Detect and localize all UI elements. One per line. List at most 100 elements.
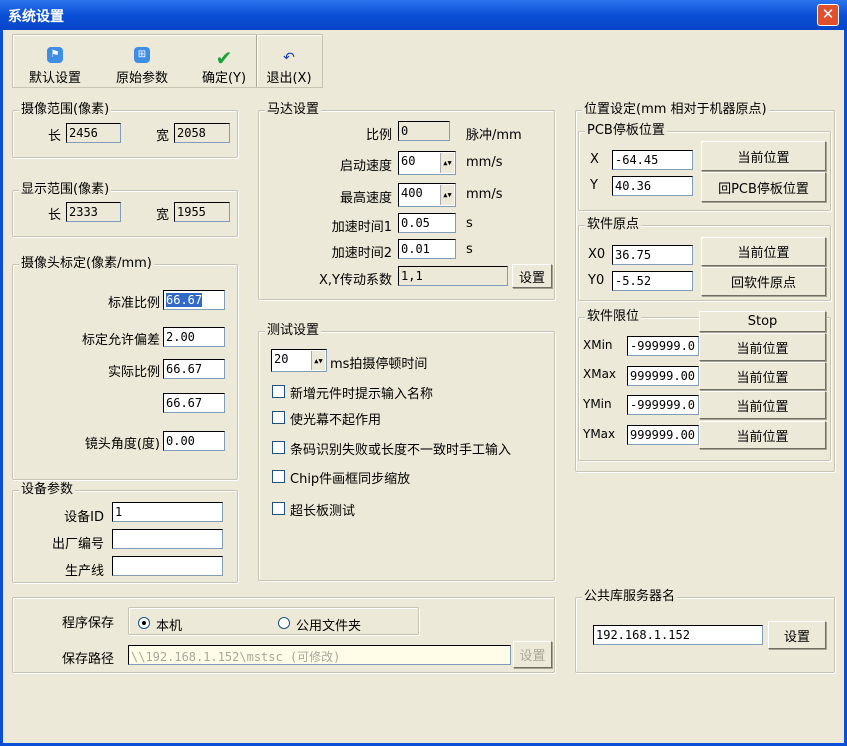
actual-ratio-label: 实际比例 — [107, 365, 160, 380]
xmax-field[interactable]: 999999.00 — [627, 366, 699, 386]
checkbox-label: 使光幕不起作用 — [290, 413, 382, 428]
group-title: 位置设定(mm 相对于机器原点) — [582, 102, 769, 118]
pcb-y-field[interactable]: 40.36 — [612, 176, 693, 196]
start-speed-spinner[interactable]: 60 ▲▼ — [398, 151, 456, 175]
checkbox-label: 条码识别失败或长度不一致时手工输入 — [290, 443, 512, 458]
title-bar: 系统设置 — [0, 0, 847, 30]
group-title: PCB停板位置 — [585, 123, 667, 139]
checkbox[interactable] — [272, 385, 285, 398]
spin-arrows-icon[interactable]: ▲▼ — [311, 351, 325, 370]
y-label: Y — [590, 178, 598, 193]
ymin-label: YMin — [583, 397, 612, 411]
capture-width-field[interactable]: 2058 — [174, 123, 230, 143]
ok-button[interactable]: ✔ 确定(Y) — [192, 38, 256, 86]
window-title: 系统设置 — [8, 9, 64, 25]
xy-set-button[interactable]: 设置 — [512, 264, 552, 288]
x-label: X — [590, 152, 599, 167]
original-params-button[interactable]: ⊞ 原始参数 — [106, 38, 178, 86]
start-speed-value: 60 — [401, 154, 416, 168]
delay-label: ms拍摄停顿时间 — [330, 357, 428, 372]
default-settings-button[interactable]: ⚑ 默认设置 — [20, 38, 90, 86]
radio-shared-folder[interactable] — [278, 617, 290, 629]
server-set-button[interactable]: 设置 — [768, 621, 826, 649]
checkbox[interactable] — [272, 411, 285, 424]
device-id-field[interactable]: 1 — [112, 502, 223, 522]
undo-icon: ↶ — [283, 50, 295, 66]
group-title: 软件限位 — [585, 309, 642, 325]
pcb-current-position-button[interactable]: 当前位置 — [701, 141, 826, 171]
pcb-x-field[interactable]: -64.45 — [612, 150, 693, 170]
max-speed-label: 最高速度 — [339, 191, 392, 206]
origin-current-position-button[interactable]: 当前位置 — [701, 237, 826, 266]
toolbar-separator — [256, 35, 258, 87]
actual-ratio-field-2[interactable]: 66.67 — [163, 393, 225, 413]
production-line-label: 生产线 — [64, 564, 104, 579]
exit-button[interactable]: ↶ 退出(X) — [260, 38, 318, 86]
max-speed-value: 400 — [401, 186, 423, 200]
accel-time1-field[interactable]: 0.05 — [398, 213, 456, 233]
serial-field[interactable] — [112, 529, 223, 549]
ymax-current-position-button[interactable]: 当前位置 — [699, 421, 826, 449]
delay-value: 20 — [274, 352, 289, 366]
display-length-field[interactable]: 2333 — [66, 202, 121, 222]
xy-coefficient-field[interactable]: 1,1 — [398, 266, 508, 286]
save-path-field[interactable]: \\192.168.1.152\mstsc (可修改) — [128, 645, 511, 665]
spin-arrows-icon[interactable]: ▲▼ — [440, 153, 454, 173]
spin-arrows-icon[interactable]: ▲▼ — [440, 185, 454, 205]
checkbox[interactable] — [272, 470, 285, 483]
checkbox-label: Chip件画框同步缩放 — [290, 472, 411, 487]
x0-label: X0 — [588, 247, 606, 262]
checkbox-label: 超长板测试 — [290, 504, 356, 519]
accel-time1-label: 加速时间1 — [331, 220, 392, 235]
tolerance-label: 标定允许偏差 — [81, 333, 160, 348]
delay-spinner[interactable]: 20 ▲▼ — [271, 349, 327, 372]
y0-label: Y0 — [588, 273, 605, 288]
accel-time2-label: 加速时间2 — [331, 246, 392, 261]
radio-local-label: 本机 — [156, 619, 183, 634]
group-title: 马达设置 — [265, 102, 322, 118]
program-save-label: 程序保存 — [62, 616, 115, 631]
ymin-field[interactable]: -999999.0 — [627, 395, 699, 415]
lens-angle-field[interactable]: 0.00 — [163, 431, 225, 451]
group-title: 测试设置 — [265, 323, 322, 339]
xmin-label: XMin — [583, 338, 613, 352]
actual-ratio-field[interactable]: 66.67 — [163, 359, 225, 379]
capture-length-field[interactable]: 2456 — [66, 123, 121, 143]
origin-y-field[interactable]: -5.52 — [612, 271, 693, 291]
close-button[interactable]: ✕ — [817, 4, 839, 26]
server-ip-field[interactable]: 192.168.1.152 — [593, 625, 763, 645]
ymax-field[interactable]: 999999.00 — [627, 425, 699, 445]
group-title: 摄像头标定(像素/mm) — [19, 256, 154, 272]
tolerance-field[interactable]: 2.00 — [163, 327, 225, 347]
xmax-current-position-button[interactable]: 当前位置 — [699, 362, 826, 390]
max-speed-spinner[interactable]: 400 ▲▼ — [398, 183, 456, 207]
xmin-field[interactable]: -999999.0 — [627, 336, 699, 356]
accel-time1-unit: s — [466, 216, 473, 231]
origin-x-field[interactable]: 36.75 — [612, 245, 693, 265]
accel-time2-unit: s — [466, 242, 473, 257]
standard-ratio-field[interactable]: 66.67 — [166, 293, 203, 307]
group-title: 公共库服务器名 — [582, 589, 678, 605]
original-params-label: 原始参数 — [115, 71, 168, 86]
return-pcb-position-button[interactable]: 回PCB停板位置 — [701, 172, 826, 202]
stop-button[interactable]: Stop — [699, 311, 826, 332]
checkbox-label: 新增元件时提示输入名称 — [290, 387, 434, 402]
save-path-set-button[interactable]: 设置 — [513, 641, 552, 668]
radio-local[interactable] — [138, 617, 150, 629]
default-settings-label: 默认设置 — [28, 71, 81, 86]
accel-time2-field[interactable]: 0.01 — [398, 239, 456, 259]
width-label: 宽 — [156, 208, 170, 223]
ymin-current-position-button[interactable]: 当前位置 — [699, 391, 826, 419]
xmin-current-position-button[interactable]: 当前位置 — [699, 333, 826, 361]
checkbox[interactable] — [272, 502, 285, 515]
start-speed-label: 启动速度 — [339, 159, 392, 174]
return-software-origin-button[interactable]: 回软件原点 — [701, 267, 826, 296]
checkbox[interactable] — [272, 441, 285, 454]
group-title: 软件原点 — [585, 217, 642, 233]
xy-coefficient-label: X,Y传动系数 — [319, 273, 392, 288]
production-line-field[interactable] — [112, 556, 223, 576]
display-width-field[interactable]: 1955 — [174, 202, 230, 222]
group-title: 设备参数 — [19, 482, 76, 498]
ratio-field[interactable]: 0 — [398, 121, 450, 141]
exit-label: 退出(X) — [266, 71, 312, 86]
